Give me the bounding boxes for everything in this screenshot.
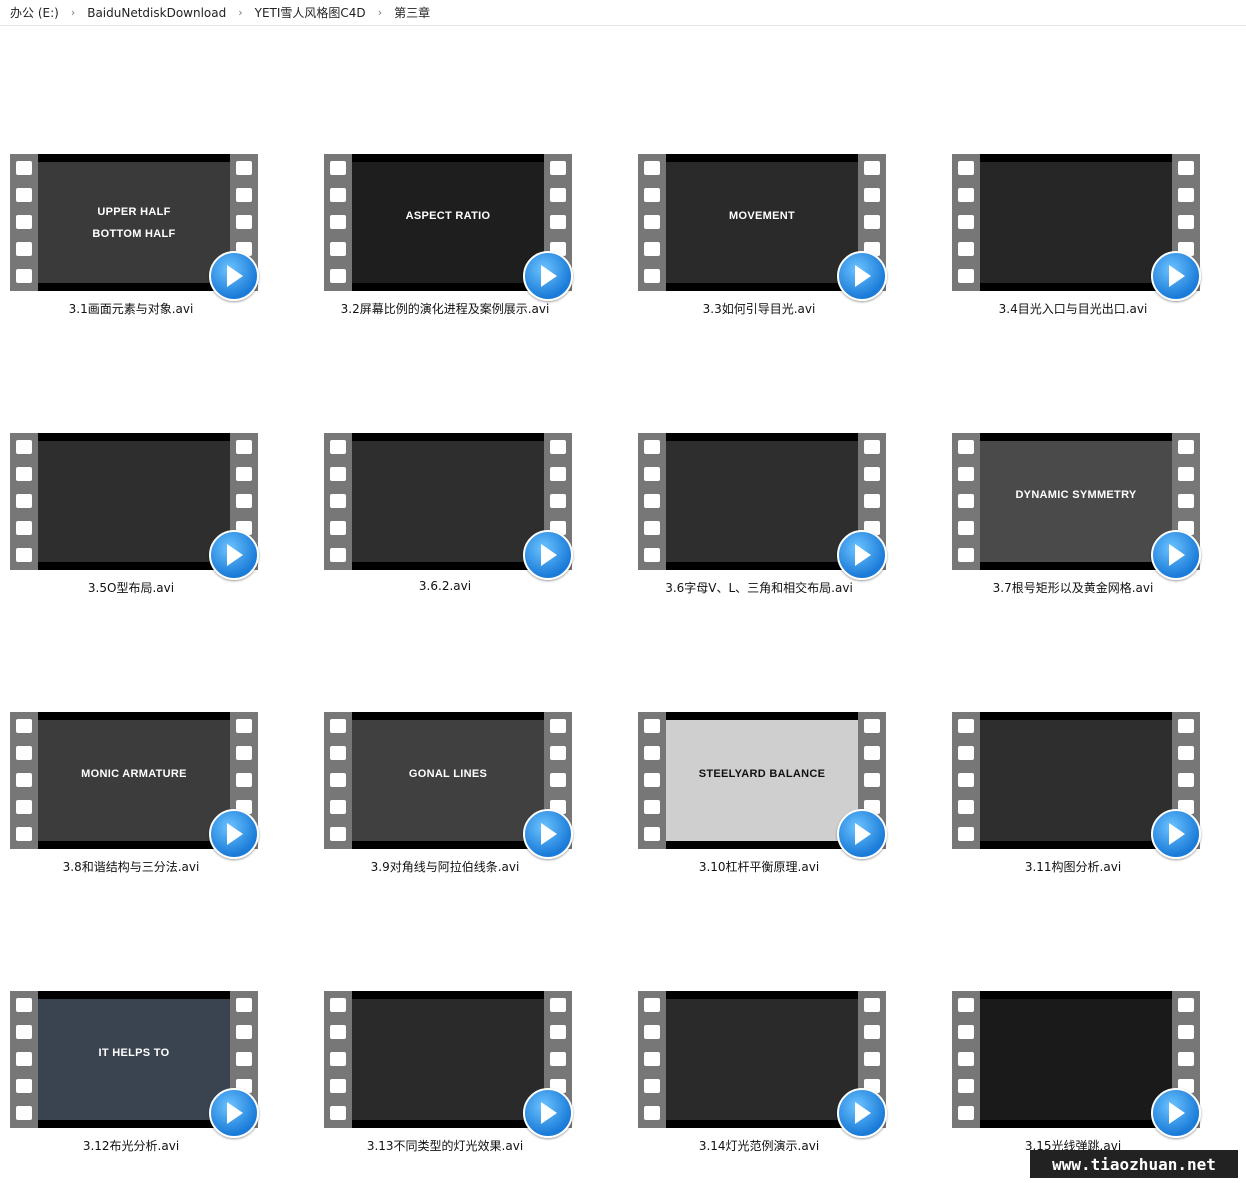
thumbnail-frame: [352, 991, 544, 1128]
film-strip-icon: [952, 433, 980, 570]
film-strip-icon: [324, 433, 352, 570]
film-strip-icon: [952, 712, 980, 849]
file-item[interactable]: GONAL LINES 3.9对角线与阿拉伯线条.avi: [314, 712, 576, 882]
file-item[interactable]: 3.6.2.avi: [314, 433, 576, 603]
file-name[interactable]: 3.5O型布局.avi: [0, 579, 262, 596]
play-icon: [209, 251, 259, 301]
file-name[interactable]: 3.12布光分析.avi: [0, 1137, 262, 1154]
film-strip-icon: [638, 712, 666, 849]
file-name[interactable]: 3.4目光入口与目光出口.avi: [942, 300, 1204, 317]
play-icon: [837, 251, 887, 301]
file-name[interactable]: 3.10杠杆平衡原理.avi: [628, 858, 890, 875]
watermark: www.tiaozhuan.net: [1030, 1150, 1238, 1178]
file-item[interactable]: 3.11构图分析.avi: [942, 712, 1204, 882]
film-strip-icon: [952, 154, 980, 291]
file-name[interactable]: 3.3如何引导目光.avi: [628, 300, 890, 317]
thumbnail-frame: MONIC ARMATURE: [38, 712, 230, 849]
thumbnail-caption: IT HELPS TO: [98, 1047, 170, 1059]
play-icon: [209, 809, 259, 859]
play-icon: [837, 809, 887, 859]
file-name[interactable]: 3.8和谐结构与三分法.avi: [0, 858, 262, 875]
thumbnail-caption: GONAL LINES: [408, 768, 488, 780]
file-item[interactable]: UPPER HALF BOTTOM HALF 3.1画面元素与对象.avi: [0, 154, 262, 324]
film-strip-icon: [324, 991, 352, 1128]
film-strip-icon: [10, 991, 38, 1128]
film-strip-icon: [10, 433, 38, 570]
play-icon: [1151, 809, 1201, 859]
file-name[interactable]: 3.14灯光范例演示.avi: [628, 1137, 890, 1154]
file-name[interactable]: 3.2屏幕比例的演化进程及案例展示.avi: [314, 300, 576, 317]
play-icon: [837, 530, 887, 580]
thumbnail-caption: UPPER HALF: [97, 206, 171, 218]
thumbnail-frame: [980, 991, 1172, 1128]
thumbnail-caption: MOVEMENT: [729, 210, 795, 222]
film-strip-icon: [324, 154, 352, 291]
film-strip-icon: [638, 991, 666, 1128]
play-icon: [837, 1088, 887, 1138]
file-item[interactable]: 3.13不同类型的灯光效果.avi: [314, 991, 576, 1161]
thumbnail-caption: MONIC ARMATURE: [81, 768, 187, 780]
file-item[interactable]: 3.6字母V、L、三角和相交布局.avi: [628, 433, 890, 603]
thumbnail-frame: UPPER HALF BOTTOM HALF: [38, 154, 230, 291]
file-grid: UPPER HALF BOTTOM HALF 3.1画面元素与对象.avi ASPEC…: [0, 0, 1246, 1183]
file-item[interactable]: 3.5O型布局.avi: [0, 433, 262, 603]
thumbnail-frame: [38, 433, 230, 570]
thumbnail-caption: DYNAMIC SYMMETRY: [1015, 489, 1137, 501]
play-icon: [523, 251, 573, 301]
film-strip-icon: [952, 991, 980, 1128]
thumbnail-frame: STEELYARD BALANCE: [666, 712, 858, 849]
file-name[interactable]: 3.1画面元素与对象.avi: [0, 300, 262, 317]
play-icon: [1151, 251, 1201, 301]
thumbnail-frame: MOVEMENT: [666, 154, 858, 291]
thumbnail-frame: [980, 712, 1172, 849]
thumbnail-caption: ASPECT RATIO: [405, 210, 491, 222]
thumbnail-caption: STEELYARD BALANCE: [698, 768, 826, 780]
file-item[interactable]: 3.14灯光范例演示.avi: [628, 991, 890, 1161]
file-name[interactable]: 3.6.2.avi: [314, 579, 576, 593]
thumbnail-frame: GONAL LINES: [352, 712, 544, 849]
thumbnail-frame: ASPECT RATIO: [352, 154, 544, 291]
play-icon: [209, 1088, 259, 1138]
thumbnail-frame: DYNAMIC SYMMETRY: [980, 433, 1172, 570]
file-item[interactable]: 3.4目光入口与目光出口.avi: [942, 154, 1204, 324]
play-icon: [523, 530, 573, 580]
film-strip-icon: [638, 154, 666, 291]
play-icon: [1151, 1088, 1201, 1138]
thumbnail-frame: IT HELPS TO: [38, 991, 230, 1128]
file-name[interactable]: 3.13不同类型的灯光效果.avi: [314, 1137, 576, 1154]
file-item[interactable]: STEELYARD BALANCE 3.10杠杆平衡原理.avi: [628, 712, 890, 882]
file-item[interactable]: MONIC ARMATURE 3.8和谐结构与三分法.avi: [0, 712, 262, 882]
file-name[interactable]: 3.6字母V、L、三角和相交布局.avi: [628, 579, 890, 596]
thumbnail-frame: [352, 433, 544, 570]
thumbnail-caption: BOTTOM HALF: [92, 228, 176, 240]
film-strip-icon: [10, 712, 38, 849]
file-item[interactable]: ASPECT RATIO 3.2屏幕比例的演化进程及案例展示.avi: [314, 154, 576, 324]
thumbnail-frame: [980, 154, 1172, 291]
file-item[interactable]: IT HELPS TO 3.12布光分析.avi: [0, 991, 262, 1161]
file-name[interactable]: 3.9对角线与阿拉伯线条.avi: [314, 858, 576, 875]
file-item[interactable]: MOVEMENT 3.3如何引导目光.avi: [628, 154, 890, 324]
thumbnail-frame: [666, 991, 858, 1128]
file-name[interactable]: 3.11构图分析.avi: [942, 858, 1204, 875]
film-strip-icon: [10, 154, 38, 291]
film-strip-icon: [638, 433, 666, 570]
film-strip-icon: [324, 712, 352, 849]
play-icon: [1151, 530, 1201, 580]
play-icon: [523, 1088, 573, 1138]
thumbnail-frame: [666, 433, 858, 570]
file-name[interactable]: 3.7根号矩形以及黄金网格.avi: [942, 579, 1204, 596]
play-icon: [209, 530, 259, 580]
file-item[interactable]: 3.15光线弹跳.avi: [942, 991, 1204, 1161]
file-item[interactable]: DYNAMIC SYMMETRY 3.7根号矩形以及黄金网格.avi: [942, 433, 1204, 603]
play-icon: [523, 809, 573, 859]
